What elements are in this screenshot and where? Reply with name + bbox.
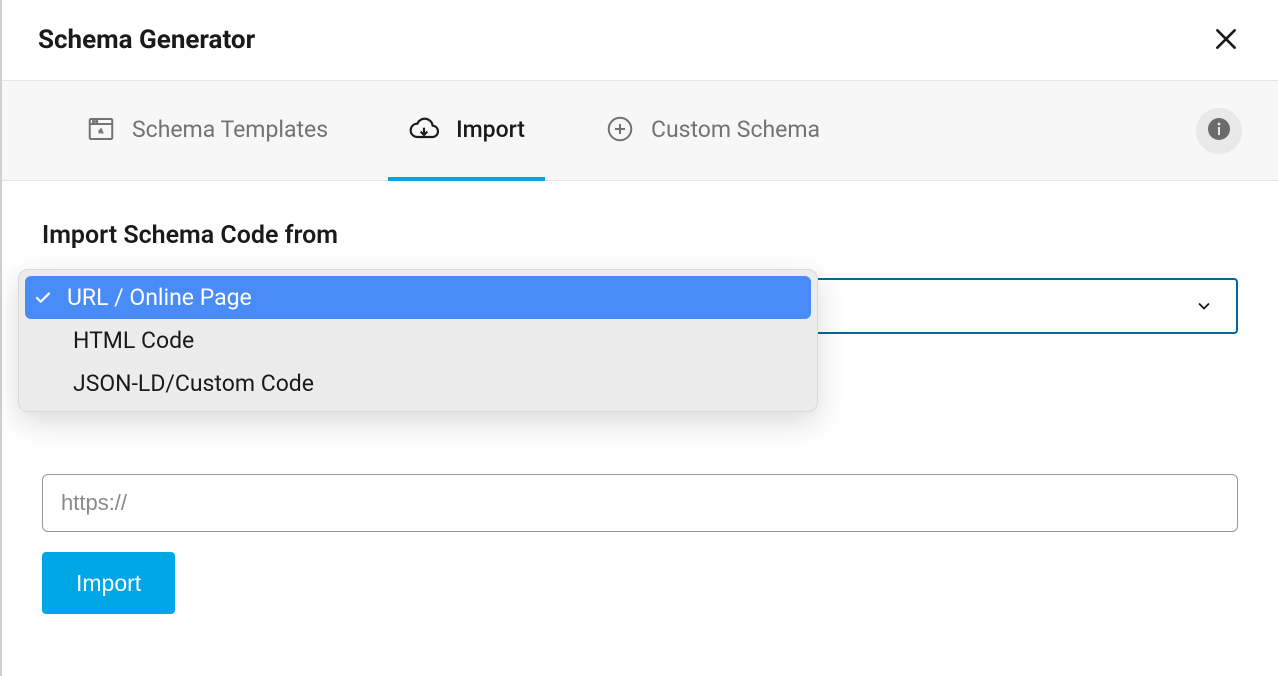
option-label: URL / Online Page xyxy=(67,284,252,311)
dropdown-option-url[interactable]: URL / Online Page xyxy=(25,276,811,319)
schema-generator-modal: Schema Generator Schema Templates Import… xyxy=(0,0,1278,676)
chevron-down-icon xyxy=(1194,296,1214,316)
tab-custom-schema[interactable]: Custom Schema xyxy=(585,82,840,181)
tabs-bar: Schema Templates Import Custom Schema xyxy=(2,81,1278,181)
url-input[interactable] xyxy=(42,474,1238,532)
template-icon xyxy=(86,114,116,144)
plus-circle-icon xyxy=(605,114,635,144)
dropdown-option-html[interactable]: HTML Code xyxy=(19,319,817,362)
tab-label: Custom Schema xyxy=(651,116,820,143)
check-icon xyxy=(31,289,55,307)
import-source-dropdown: URL / Online Page HTML Code JSON-LD/Cust… xyxy=(18,269,818,412)
cloud-download-icon xyxy=(408,113,440,145)
option-label: HTML Code xyxy=(73,327,194,354)
tab-import[interactable]: Import xyxy=(388,82,545,181)
info-button[interactable] xyxy=(1196,108,1242,154)
dropdown-option-jsonld[interactable]: JSON-LD/Custom Code xyxy=(19,362,817,405)
section-title: Import Schema Code from xyxy=(42,221,1238,250)
tab-label: Import xyxy=(456,116,525,143)
import-button[interactable]: Import xyxy=(42,552,175,614)
close-button[interactable] xyxy=(1210,24,1242,56)
modal-header: Schema Generator xyxy=(2,0,1278,81)
tab-label: Schema Templates xyxy=(132,116,328,143)
modal-title: Schema Generator xyxy=(38,25,255,55)
info-icon xyxy=(1207,117,1231,144)
close-icon xyxy=(1213,26,1239,55)
import-panel: Import Schema Code from URL / Online Pag… xyxy=(2,181,1278,614)
option-label: JSON-LD/Custom Code xyxy=(73,370,314,397)
tab-schema-templates[interactable]: Schema Templates xyxy=(66,82,348,181)
